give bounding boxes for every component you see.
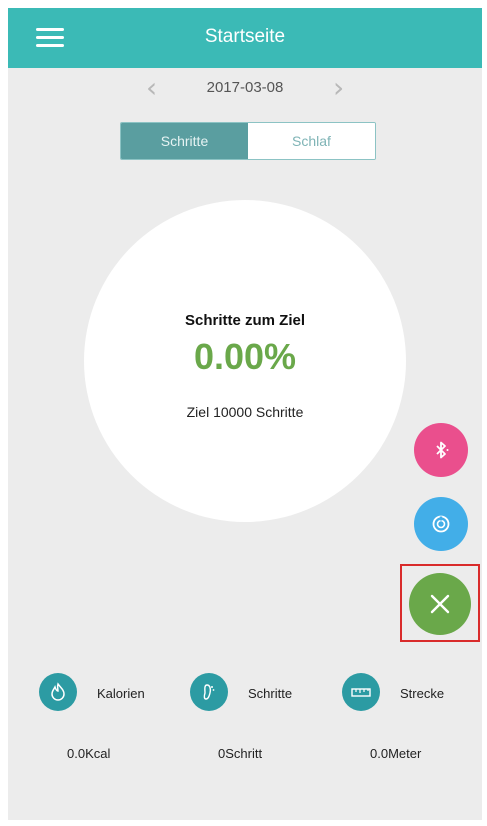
stat-distance: Strecke 0.0Meter: [342, 673, 482, 773]
tab-schritte[interactable]: Schritte: [121, 123, 248, 159]
stat-label: Schritte: [248, 686, 293, 701]
date-label: 2017-03-08: [206, 79, 284, 96]
bluetooth-button[interactable]: [414, 423, 468, 477]
stat-label: Kalorien: [97, 686, 145, 701]
goal-circle: Schritte zum Ziel 0.00% Ziel 10000 Schri…: [84, 200, 406, 522]
stat-value: 0Schritt: [218, 746, 263, 761]
stat-value: 0.0Meter: [370, 746, 422, 761]
goal-label: Schritte zum Ziel: [184, 312, 306, 329]
ruler-icon: [342, 673, 380, 711]
heart-rate-button[interactable]: [414, 497, 468, 551]
chevron-right-icon[interactable]: ›: [333, 74, 344, 102]
flame-icon: [39, 673, 77, 711]
mode-switch: Schritte Schlaf: [120, 122, 376, 160]
page-title: Startseite: [204, 26, 286, 47]
highlight-box: [400, 564, 480, 642]
tab-schlaf[interactable]: Schlaf: [248, 123, 375, 159]
heart-rate-icon: [432, 515, 450, 533]
stat-label: Strecke: [400, 686, 445, 701]
footprint-icon: [190, 673, 228, 711]
app-screen: Startseite ‹ 2017-03-08 › Schritte Schla…: [8, 8, 482, 820]
date-navigator: ‹ 2017-03-08 ›: [8, 70, 482, 106]
stat-calories: Kalorien 0.0Kcal: [39, 673, 189, 773]
top-bar: Startseite: [8, 8, 482, 68]
stat-steps: Schritte 0Schritt: [190, 673, 340, 773]
goal-percent: 0.00%: [193, 336, 297, 377]
bluetooth-icon: [436, 441, 449, 459]
goal-target: Ziel 10000 Schritte: [186, 404, 304, 420]
stats-row: Kalorien 0.0Kcal Schritte 0Schritt Strec…: [8, 673, 482, 773]
stat-value: 0.0Kcal: [67, 746, 111, 761]
